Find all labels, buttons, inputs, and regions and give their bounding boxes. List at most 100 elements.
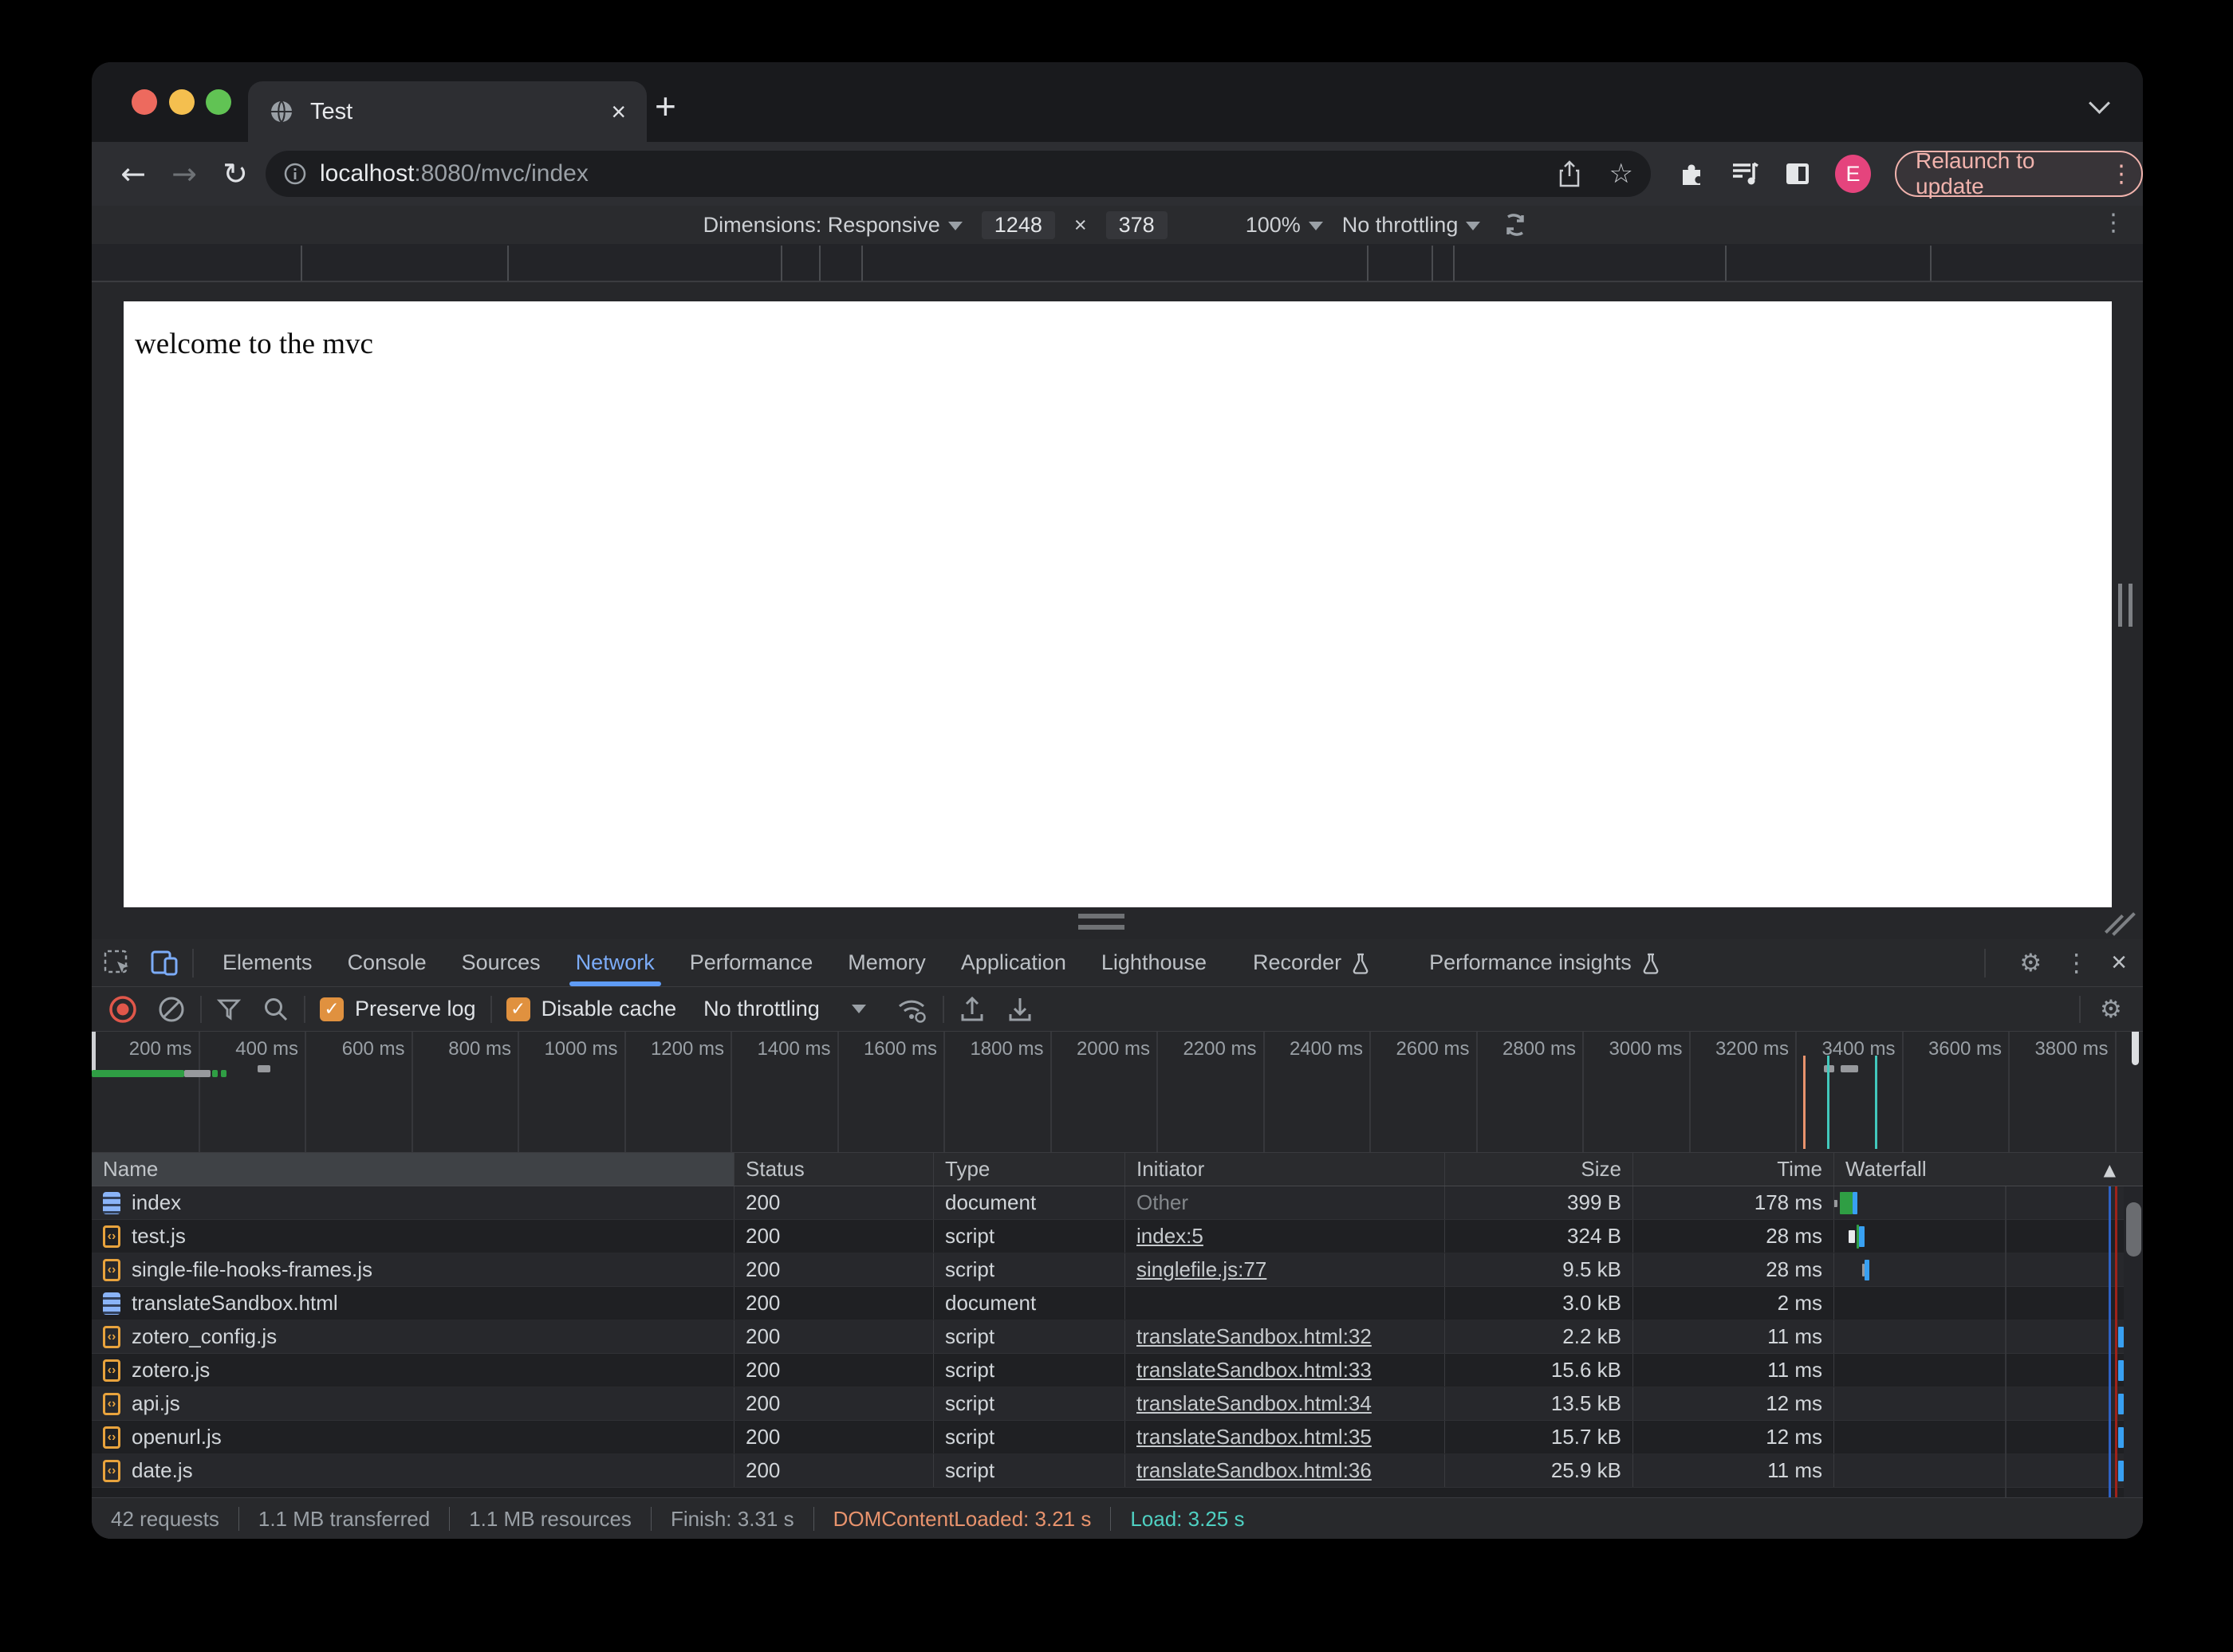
tab-console[interactable]: Console bbox=[330, 939, 444, 986]
extensions-puzzle-icon[interactable] bbox=[1677, 159, 1706, 188]
network-conditions-icon[interactable] bbox=[895, 995, 928, 1024]
summary-item: 42 requests bbox=[111, 1506, 219, 1531]
viewport-width-input[interactable]: 1248 bbox=[981, 210, 1055, 239]
page-content-text: welcome to the mvc bbox=[135, 328, 373, 360]
tab-performance-insights[interactable]: Performance insights bbox=[1412, 939, 1678, 986]
cell-waterfall bbox=[1833, 1320, 2124, 1353]
tab-network[interactable]: Network bbox=[558, 939, 672, 986]
scrollbar-thumb[interactable] bbox=[2126, 1202, 2141, 1257]
column-header-waterfall[interactable]: Waterfall ▲ bbox=[1833, 1153, 2124, 1186]
tab-label: Application bbox=[960, 950, 1066, 974]
cell-time: 11 ms bbox=[1632, 1454, 1833, 1487]
preserve-log-checkbox[interactable]: ✓ bbox=[320, 997, 344, 1021]
dcl-event-line bbox=[2109, 1186, 2111, 1497]
zoom-dropdown[interactable]: 100% bbox=[1246, 213, 1323, 238]
column-header-type[interactable]: Type bbox=[933, 1153, 1124, 1186]
timeline-tick-label: 3200 ms bbox=[1715, 1038, 1789, 1060]
share-icon[interactable] bbox=[1557, 159, 1582, 188]
initiator-link[interactable]: translateSandbox.html:35 bbox=[1136, 1425, 1372, 1449]
back-button[interactable]: ← bbox=[108, 156, 159, 191]
disable-cache-label[interactable]: Disable cache bbox=[542, 997, 677, 1021]
profile-avatar[interactable]: E bbox=[1835, 155, 1872, 193]
export-har-icon[interactable] bbox=[1006, 995, 1034, 1024]
browser-tab[interactable]: Test × bbox=[248, 81, 647, 142]
tab-search-chevron-icon[interactable] bbox=[2089, 92, 2110, 114]
disable-cache-checkbox[interactable]: ✓ bbox=[506, 997, 530, 1021]
network-throttling-dropdown[interactable]: No throttling bbox=[703, 997, 820, 1021]
network-overview-timeline[interactable]: 200 ms 400 ms 600 ms 800 ms 1000 ms 1200 ms 14… bbox=[92, 1032, 2143, 1153]
network-settings-gear-icon[interactable]: ⚙ bbox=[2100, 995, 2122, 1024]
devtools-settings-gear-icon[interactable]: ⚙ bbox=[2019, 949, 2042, 977]
record-network-log-icon[interactable] bbox=[108, 994, 138, 1025]
traffic-light-close[interactable] bbox=[132, 89, 157, 115]
traffic-light-minimize[interactable] bbox=[169, 89, 195, 115]
cell-time: 2 ms bbox=[1632, 1287, 1833, 1320]
script-icon: ‹› bbox=[103, 1258, 120, 1281]
column-header-time[interactable]: Time bbox=[1632, 1153, 1833, 1186]
address-bar[interactable]: localhost:8080/mvc/index ☆ bbox=[266, 151, 1651, 197]
column-header-initiator[interactable]: Initiator bbox=[1124, 1153, 1444, 1186]
tab-application[interactable]: Application bbox=[943, 939, 1084, 986]
dimensions-dropdown[interactable]: Dimensions: Responsive bbox=[703, 213, 963, 238]
viewport-resize-handle-right[interactable] bbox=[2118, 584, 2133, 627]
reload-button[interactable]: ↻ bbox=[210, 156, 261, 191]
import-har-icon[interactable] bbox=[959, 995, 986, 1024]
media-playlist-icon[interactable] bbox=[1730, 160, 1760, 187]
initiator-link[interactable]: index:5 bbox=[1136, 1224, 1203, 1249]
site-info-icon[interactable] bbox=[283, 162, 307, 186]
initiator-link[interactable]: translateSandbox.html:32 bbox=[1136, 1324, 1372, 1349]
table-row[interactable]: ‹› api.js 200 script translateSandbox.html:3… bbox=[92, 1387, 2143, 1421]
preserve-log-label[interactable]: Preserve log bbox=[355, 997, 476, 1021]
device-throttling-dropdown[interactable]: No throttling bbox=[1342, 213, 1481, 238]
traffic-light-zoom[interactable] bbox=[206, 89, 231, 115]
rotate-viewport-icon[interactable] bbox=[1499, 209, 1531, 241]
viewport-resize-handle-bottom[interactable] bbox=[1078, 914, 1124, 936]
inspect-element-icon[interactable] bbox=[103, 949, 132, 977]
initiator-link[interactable]: translateSandbox.html:33 bbox=[1136, 1358, 1372, 1383]
clear-network-log-icon[interactable] bbox=[157, 995, 186, 1024]
search-icon[interactable] bbox=[262, 996, 289, 1023]
devtools-close-icon[interactable]: × bbox=[2111, 947, 2127, 978]
table-row[interactable]: ‹› openurl.js 200 script translateSandbox.ht… bbox=[92, 1421, 2143, 1454]
ruler-tick bbox=[507, 246, 509, 281]
tab-memory[interactable]: Memory bbox=[830, 939, 943, 986]
tab-recorder[interactable]: Recorder bbox=[1235, 939, 1388, 986]
browser-menu-dots-icon[interactable]: ⋮ bbox=[2109, 160, 2133, 188]
table-row[interactable]: ‹› date.js 200 script translateSandbox.html:… bbox=[92, 1454, 2143, 1488]
bookmark-star-icon[interactable]: ☆ bbox=[1609, 158, 1633, 190]
device-toolbar-toggle-icon[interactable] bbox=[149, 949, 181, 977]
table-row[interactable]: ‹› zotero.js 200 script translateSandbox.htm… bbox=[92, 1354, 2143, 1387]
viewport-height-input[interactable]: 378 bbox=[1105, 210, 1168, 239]
table-row[interactable]: index 200 document Other 399 B 178 ms bbox=[92, 1186, 2143, 1220]
tab-lighthouse[interactable]: Lighthouse bbox=[1084, 939, 1224, 986]
ruler-tick bbox=[1432, 246, 1433, 281]
relaunch-to-update-button[interactable]: Relaunch to update ⋮ bbox=[1895, 148, 2143, 199]
initiator-link[interactable]: singlefile.js:77 bbox=[1136, 1257, 1266, 1282]
chevron-down-icon[interactable] bbox=[851, 1005, 866, 1013]
table-row[interactable]: translateSandbox.html 200 document 3.0 kB 2 … bbox=[92, 1287, 2143, 1320]
table-row[interactable]: ‹› test.js 200 script index:5 324 B 28 ms bbox=[92, 1220, 2143, 1253]
timeline-tick-label: 3800 ms bbox=[2034, 1038, 2109, 1060]
table-row[interactable]: ‹› zotero_config.js 200 script translateSand… bbox=[92, 1320, 2143, 1354]
tab-elements[interactable]: Elements bbox=[205, 939, 330, 986]
column-header-status[interactable]: Status bbox=[734, 1153, 933, 1186]
timeline-tick-label: 1800 ms bbox=[970, 1038, 1044, 1060]
devtools-menu-dots-icon[interactable]: ⋮ bbox=[2064, 949, 2089, 977]
page-viewport[interactable]: welcome to the mvc bbox=[124, 301, 2112, 907]
tab-close-icon[interactable]: × bbox=[611, 97, 626, 127]
tab-sources[interactable]: Sources bbox=[444, 939, 558, 986]
side-panel-icon[interactable] bbox=[1784, 160, 1811, 187]
overview-scrollbar[interactable] bbox=[2132, 1032, 2139, 1065]
table-row[interactable]: ‹› single-file-hooks-frames.js 200 script si… bbox=[92, 1253, 2143, 1287]
url-text[interactable]: localhost:8080/mvc/index bbox=[320, 160, 589, 187]
device-toolbar-menu-dots-icon[interactable]: ⋮ bbox=[2101, 209, 2125, 237]
initiator-link[interactable]: translateSandbox.html:34 bbox=[1136, 1391, 1372, 1416]
initiator-link[interactable]: translateSandbox.html:36 bbox=[1136, 1458, 1372, 1483]
filter-funnel-icon[interactable] bbox=[216, 997, 242, 1021]
new-tab-button[interactable]: + bbox=[655, 85, 676, 128]
forward-button[interactable]: → bbox=[159, 156, 210, 191]
desktop: { "browser": { "tab_title": "Test", "url… bbox=[0, 0, 2233, 1652]
column-header-name[interactable]: Name bbox=[92, 1153, 734, 1186]
column-header-size[interactable]: Size bbox=[1444, 1153, 1632, 1186]
tab-performance[interactable]: Performance bbox=[672, 939, 831, 986]
